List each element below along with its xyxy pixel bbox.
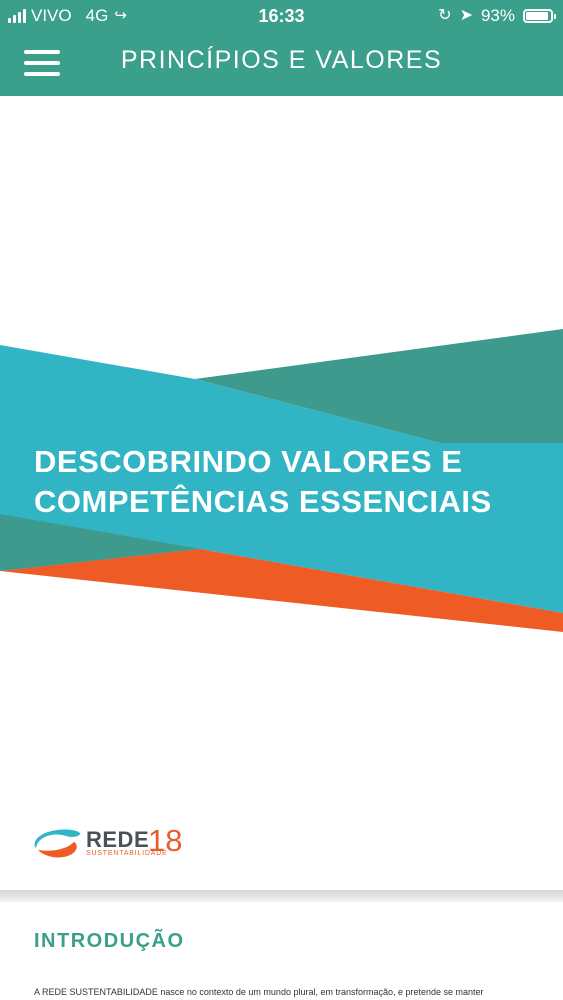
- rede-logo: REDE SUSTENTABILIDADE 18: [32, 824, 212, 862]
- page-divider: [0, 890, 563, 902]
- orientation-lock-icon: ↻: [438, 7, 452, 24]
- rede-logo-mark-icon: [34, 829, 81, 858]
- cover-title-line-2: COMPETÊNCIAS ESSENCIAIS: [34, 484, 492, 519]
- document-cover[interactable]: DESCOBRINDO VALORES E COMPETÊNCIAS ESSEN…: [0, 96, 563, 892]
- status-right: ↻ ➤ 93%: [438, 0, 556, 32]
- logo-number: 18: [148, 823, 183, 858]
- section-text: A REDE SUSTENTABILIDADE nasce no context…: [34, 987, 484, 997]
- battery-level: [526, 12, 549, 20]
- battery-icon: [523, 9, 556, 23]
- battery-percent: 93%: [480, 6, 515, 25]
- app-header: VIVO 4G ↪ 16:33 ↻ ➤ 93% PRINCÍPIOS E VAL…: [0, 0, 563, 96]
- location-icon: ➤: [459, 7, 473, 24]
- logo-word: REDE: [86, 827, 150, 852]
- cover-title-line-1: DESCOBRINDO VALORES E: [34, 444, 463, 479]
- section-title: INTRODUÇÃO: [34, 930, 185, 952]
- page-title: PRINCÍPIOS E VALORES: [120, 46, 443, 74]
- status-bar: VIVO 4G ↪ 16:33 ↻ ➤ 93%: [0, 0, 563, 32]
- cover-title: DESCOBRINDO VALORES E COMPETÊNCIAS ESSEN…: [34, 442, 492, 522]
